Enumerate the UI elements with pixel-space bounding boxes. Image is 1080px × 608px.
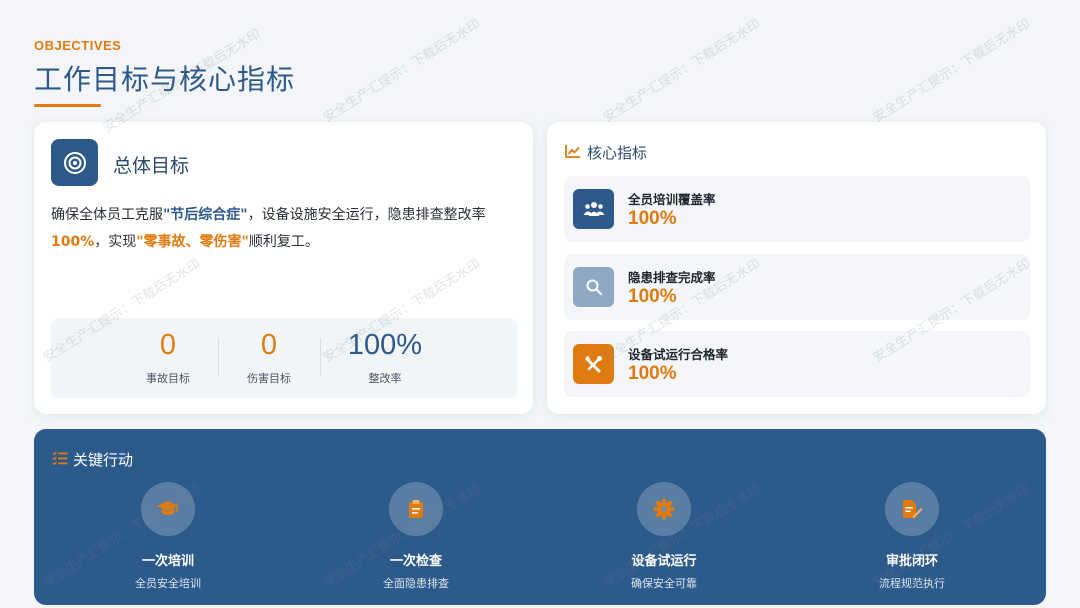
kpi-label: 全员培训覆盖率 xyxy=(628,192,716,207)
watermark: 安全生产汇提示：下载后无水印 xyxy=(320,16,484,126)
kpi-value: 100% xyxy=(628,363,677,384)
kpi-item-inspection: 隐患排查完成率 100% xyxy=(564,254,1030,320)
overall-goal-card: 总体目标 确保全体员工克服"节后综合症"，设备设施安全运行，隐患排查整改率 100… xyxy=(34,122,533,414)
list-check-icon xyxy=(52,451,68,469)
goal-text-highlight: "零事故、零伤害" xyxy=(136,234,249,250)
kpi-item-training: 全员培训覆盖率 100% xyxy=(564,176,1030,242)
target-icon xyxy=(51,139,98,186)
stat-divider xyxy=(320,338,321,376)
kpi-value: 100% xyxy=(628,208,677,229)
core-kpi-card: 核心指标 全员培训覆盖率 100% 隐患排查完成率 100% 设备试运行合格率 … xyxy=(547,122,1046,414)
action-subtitle: 全员安全培训 xyxy=(135,577,201,590)
stat-value: 100% xyxy=(347,329,423,361)
tools-icon xyxy=(573,344,614,384)
action-inspection: 一次检查 全面隐患排查 xyxy=(316,482,516,591)
watermark: 安全生产汇提示：下载后无水印 xyxy=(870,16,1034,126)
clipboard-icon xyxy=(389,482,443,536)
goal-text-part: 确保全体员工克服 xyxy=(51,207,163,223)
kpi-title: 核心指标 xyxy=(587,144,648,162)
action-training: 一次培训 全员安全培训 xyxy=(68,482,268,591)
kpi-item-equipment: 设备试运行合格率 100% xyxy=(564,331,1030,397)
action-approval: 审批闭环 流程规范执行 xyxy=(812,482,1012,591)
goal-stats: 0 事故目标 0 伤害目标 100% 整改率 xyxy=(51,318,517,398)
page-title: 工作目标与核心指标 xyxy=(34,63,296,96)
goal-title: 总体目标 xyxy=(113,155,190,177)
actions-title: 关键行动 xyxy=(73,451,134,469)
action-title: 审批闭环 xyxy=(885,554,938,569)
action-title: 一次检查 xyxy=(389,554,442,569)
key-actions-panel: 关键行动 一次培训 全员安全培训 一次检查 全面隐患排查 设备试运行 确保安全可… xyxy=(34,429,1046,605)
goal-text-highlight: "节后综合症" xyxy=(163,207,248,223)
users-icon xyxy=(573,189,614,229)
stat-rectification: 100% 整改率 xyxy=(325,318,445,386)
watermark: 安全生产汇提示：下载后无水印 xyxy=(600,16,764,126)
stat-value: 0 xyxy=(260,329,278,361)
stat-label: 伤害目标 xyxy=(247,372,291,385)
title-underline xyxy=(34,104,101,107)
kpi-label: 隐患排查完成率 xyxy=(628,270,716,285)
graduation-cap-icon xyxy=(141,482,195,536)
action-equipment-trial: 设备试运行 确保安全可靠 xyxy=(564,482,764,591)
actions-header: 关键行动 xyxy=(52,449,133,470)
goal-text-part: ，实现 xyxy=(94,234,137,250)
kpi-header: 核心指标 xyxy=(565,142,647,163)
section-eyebrow: OBJECTIVES xyxy=(34,38,122,53)
action-title: 设备试运行 xyxy=(631,554,697,569)
document-sign-icon xyxy=(885,482,939,536)
action-subtitle: 确保安全可靠 xyxy=(631,577,697,590)
action-subtitle: 全面隐患排查 xyxy=(383,577,449,590)
goal-text-part: 顺利复工。 xyxy=(248,234,319,250)
kpi-value: 100% xyxy=(628,286,677,307)
goal-description: 确保全体员工克服"节后综合症"，设备设施安全运行，隐患排查整改率 100%，实现"… xyxy=(51,202,521,256)
goal-text-highlight: 100% xyxy=(51,234,95,250)
goal-text-part: ，设备设施安全运行，隐患排查整改率 xyxy=(247,207,486,223)
stat-injury: 0 伤害目标 xyxy=(209,318,329,386)
stat-label: 整改率 xyxy=(368,372,402,385)
line-chart-icon xyxy=(565,144,581,162)
action-subtitle: 流程规范执行 xyxy=(879,577,945,590)
gear-icon xyxy=(637,482,691,536)
search-icon xyxy=(573,267,614,307)
kpi-label: 设备试运行合格率 xyxy=(628,347,729,362)
action-title: 一次培训 xyxy=(141,554,194,569)
